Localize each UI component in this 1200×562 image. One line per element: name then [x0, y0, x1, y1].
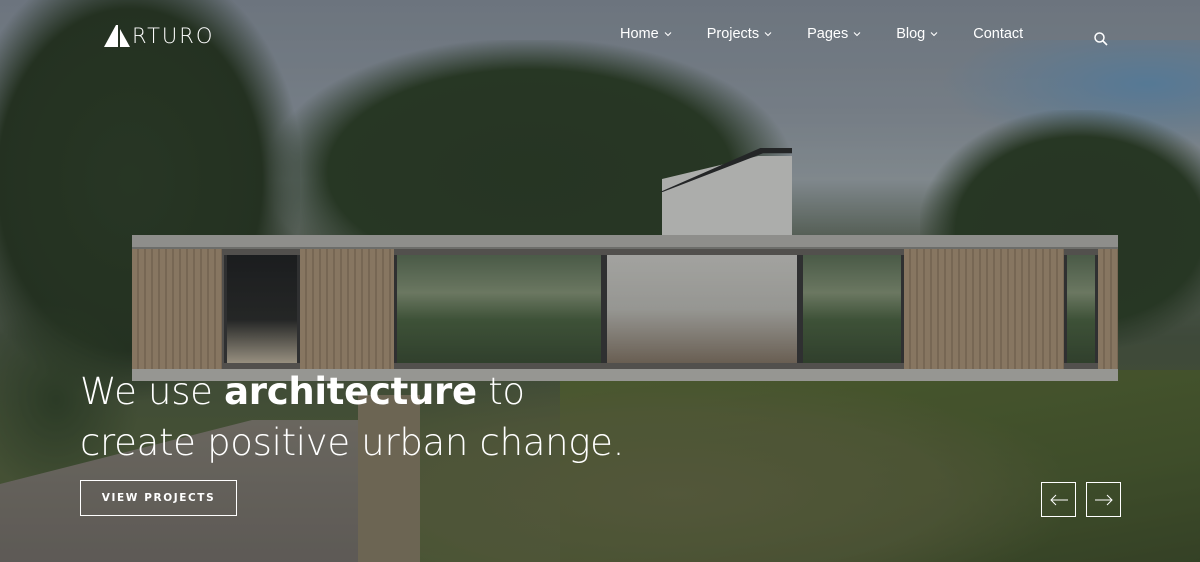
arrow-left-icon	[1049, 494, 1068, 505]
nav-item-label: Blog	[896, 26, 926, 42]
search-icon[interactable]	[1093, 31, 1109, 47]
headline-post: to	[476, 370, 525, 413]
hero-slider: RTURO Home Projects Pages Blog Contact W…	[0, 0, 1200, 562]
nav-item-label: Home	[620, 26, 659, 42]
view-projects-button[interactable]: VIEW PROJECTS	[80, 480, 237, 516]
headline-pre: We use	[80, 370, 225, 413]
nav-item-label: Contact	[973, 26, 1024, 42]
nav-item-blog[interactable]: Blog	[896, 26, 939, 42]
chevron-down-icon	[853, 32, 861, 37]
a-logo-mark-icon	[104, 25, 130, 47]
nav-item-label: Projects	[706, 26, 760, 42]
chevron-down-icon	[930, 32, 938, 37]
brand-name: RTURO	[132, 24, 215, 48]
nav-item-projects[interactable]: Projects	[707, 26, 773, 42]
arrow-right-icon	[1094, 494, 1113, 505]
headline-line2: create positive urban change.	[80, 421, 625, 464]
slider-next-button[interactable]	[1086, 482, 1121, 517]
image-overlay	[0, 0, 1200, 562]
site-logo[interactable]: RTURO	[104, 24, 214, 48]
slider-prev-button[interactable]	[1041, 482, 1076, 517]
headline-bold: architecture	[224, 370, 477, 413]
nav-item-pages[interactable]: Pages	[807, 26, 862, 42]
nav-item-home[interactable]: Home	[620, 26, 673, 42]
chevron-down-icon	[764, 32, 772, 37]
hero-headline: We use architecture to create positive u…	[80, 366, 624, 468]
nav-item-label: Pages	[807, 26, 849, 42]
chevron-down-icon	[664, 32, 672, 37]
nav-item-contact[interactable]: Contact	[973, 26, 1023, 42]
main-nav: Home Projects Pages Blog Contact	[620, 26, 1023, 42]
